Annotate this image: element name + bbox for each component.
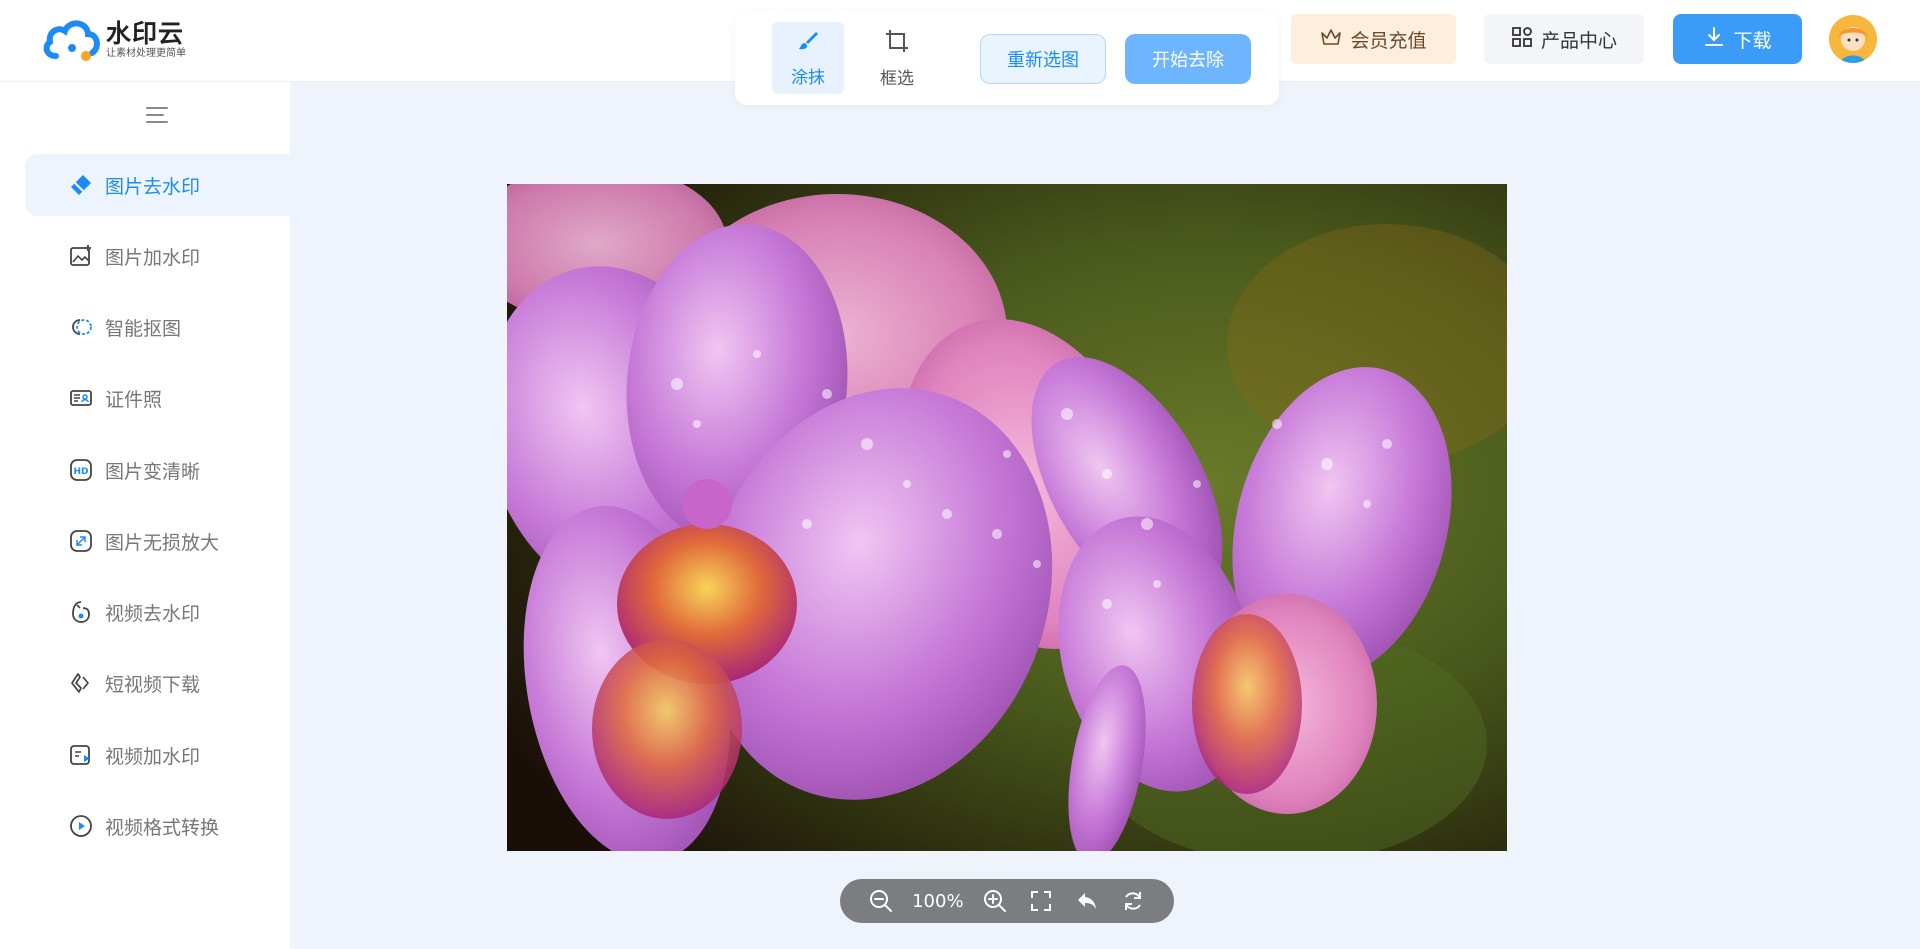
top-header: 水印云 让素材处理更简单 涂抹 框选 重新选图 开始去除 会员充值 产品中心 下… [0, 0, 1920, 105]
crown-icon [1320, 27, 1350, 52]
sidebar-item-label: 视频格式转换 [105, 816, 220, 839]
reset-icon[interactable] [1118, 886, 1148, 916]
id-card-icon [69, 386, 93, 410]
link-icon [69, 671, 93, 695]
zoom-out-icon[interactable] [866, 886, 896, 916]
download-button[interactable]: 下载 [1673, 14, 1802, 64]
orchid-photo [507, 184, 1507, 851]
sidebar-item-image-add-watermark[interactable]: 图片加水印 [25, 225, 290, 287]
play-circle-icon [69, 814, 93, 838]
sidebar-item-label: 图片无损放大 [105, 531, 220, 554]
zoom-level: 100% [912, 890, 964, 912]
sidebar-item-label: 短视频下载 [105, 673, 201, 696]
sidebar-item-image-enlarge[interactable]: 图片无损放大 [25, 510, 290, 572]
crop-icon [884, 28, 910, 58]
tool-brush[interactable]: 涂抹 [772, 22, 844, 94]
grid-icon [1511, 26, 1541, 53]
sidebar-item-label: 智能抠图 [105, 317, 182, 340]
vip-recharge-label: 会员充值 [1350, 29, 1427, 52]
user-avatar[interactable] [1829, 15, 1877, 63]
video-add-icon [69, 743, 93, 767]
sidebar-item-image-sharpen[interactable]: HD 图片变清晰 [25, 439, 290, 501]
sidebar-item-label: 图片加水印 [105, 246, 201, 269]
sidebar: 图片去水印 图片加水印 智能抠图 证件照 HD 图片变清晰 图片无损放大 视频去… [0, 82, 290, 949]
hd-icon: HD [69, 458, 93, 482]
sidebar-item-video-format-convert[interactable]: 视频格式转换 [25, 795, 290, 857]
zoom-toolbar: 100% [840, 879, 1174, 923]
svg-text:HD: HD [73, 467, 88, 477]
video-eraser-icon [69, 600, 93, 624]
cutout-icon [69, 315, 93, 339]
sidebar-item-video-remove-watermark[interactable]: 视频去水印 [25, 581, 290, 643]
logo-title: 水印云 [106, 19, 185, 48]
tool-crop-label: 框选 [880, 68, 914, 89]
cloud-logo-icon [42, 16, 102, 64]
edit-toolbox: 涂抹 框选 重新选图 开始去除 [735, 12, 1279, 105]
image-add-icon [69, 244, 93, 268]
sidebar-item-label: 视频加水印 [105, 745, 201, 768]
vip-recharge-button[interactable]: 会员充值 [1291, 14, 1456, 64]
sidebar-item-label: 证件照 [105, 388, 163, 411]
sidebar-item-id-photo[interactable]: 证件照 [25, 367, 290, 429]
tool-crop[interactable]: 框选 [861, 22, 933, 94]
sidebar-item-smart-cutout[interactable]: 智能抠图 [25, 296, 290, 358]
app-logo[interactable]: 水印云 让素材处理更简单 [42, 16, 202, 64]
product-center-button[interactable]: 产品中心 [1484, 14, 1644, 64]
download-icon [1703, 26, 1733, 53]
download-label: 下载 [1733, 29, 1772, 52]
eraser-icon [69, 173, 93, 197]
collapse-menu-icon[interactable] [144, 102, 170, 128]
zoom-in-icon[interactable] [980, 886, 1010, 916]
sidebar-item-label: 图片变清晰 [105, 460, 201, 483]
fullscreen-icon[interactable] [1026, 886, 1056, 916]
tool-brush-label: 涂抹 [791, 67, 825, 88]
logo-subtitle: 让素材处理更简单 [106, 48, 186, 59]
sidebar-item-short-video-download[interactable]: 短视频下载 [25, 652, 290, 714]
sidebar-item-label: 图片去水印 [105, 175, 201, 198]
sidebar-item-image-remove-watermark[interactable]: 图片去水印 [25, 154, 290, 216]
product-center-label: 产品中心 [1540, 29, 1617, 52]
editing-canvas-image[interactable] [507, 184, 1507, 851]
start-remove-button[interactable]: 开始去除 [1125, 34, 1251, 84]
brush-icon [796, 29, 820, 57]
enlarge-icon [69, 529, 93, 553]
sidebar-item-label: 视频去水印 [105, 602, 201, 625]
sidebar-item-video-add-watermark[interactable]: 视频加水印 [25, 724, 290, 786]
undo-icon[interactable] [1072, 886, 1102, 916]
reselect-image-button[interactable]: 重新选图 [980, 34, 1106, 84]
